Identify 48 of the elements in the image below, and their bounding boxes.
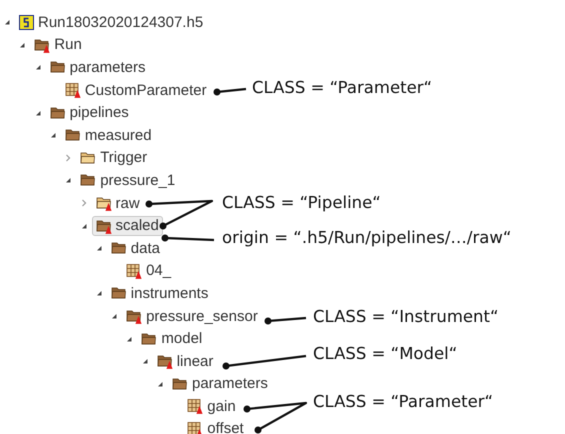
annotation-label: CLASS = “Parameter“: [313, 394, 494, 410]
tree-item[interactable]: Run18032020124307.h5: [15, 12, 208, 32]
folder-attribute-icon: [156, 353, 173, 370]
folder-attribute-icon: [96, 218, 112, 234]
tree-item[interactable]: linear: [152, 351, 218, 372]
dataset-attribute-icon: [64, 82, 81, 98]
dataset-attribute-icon: [126, 262, 142, 279]
folder-icon: [172, 376, 188, 392]
file-icon: [19, 14, 34, 30]
leader-line: [162, 234, 214, 242]
tree-item[interactable]: pipelines: [46, 102, 133, 123]
annotation-label: CLASS = “Pipeline“: [222, 195, 381, 212]
folder-icon: [80, 172, 96, 188]
tree-item[interactable]: scaled: [92, 216, 163, 236]
tree-item[interactable]: model: [137, 328, 206, 349]
tree-item[interactable]: parameters: [46, 57, 150, 78]
tree-item[interactable]: parameters: [168, 374, 272, 394]
folder-icon: [50, 59, 66, 76]
tree-item[interactable]: offset: [183, 418, 248, 434]
leader-line: [214, 88, 246, 96]
tree-item[interactable]: instruments: [106, 283, 212, 304]
folder-attribute-icon: [34, 36, 50, 53]
annotation-label: CLASS = “Model“: [313, 346, 458, 362]
annotation-label: CLASS = “Instrument“: [313, 309, 499, 326]
folder-attribute-icon: [96, 195, 112, 212]
tree-item[interactable]: raw: [92, 193, 144, 214]
annotation-label: origin = “.h5/Run/pipelines/…/raw“: [222, 230, 512, 246]
folder-icon: [141, 330, 158, 347]
folder-icon: [50, 104, 66, 121]
tree-item[interactable]: gain: [183, 396, 240, 416]
dataset-attribute-icon: [187, 420, 204, 434]
tree-item[interactable]: CustomParameter: [60, 80, 211, 100]
tree-item[interactable]: pressure_sensor: [122, 306, 262, 326]
annotation-label: CLASS = “Parameter“: [252, 80, 432, 96]
folder-icon: [80, 150, 96, 166]
tree-item[interactable]: pressure_1: [76, 170, 180, 190]
tree-item[interactable]: Run: [30, 34, 86, 55]
folder-icon: [110, 240, 127, 256]
folder-icon: [64, 127, 81, 144]
tree-item[interactable]: 04_: [122, 260, 176, 281]
folder-attribute-icon: [126, 308, 142, 324]
folder-icon: [110, 285, 127, 302]
dataset-attribute-icon: [187, 398, 204, 414]
tree-item[interactable]: data: [106, 238, 164, 258]
tree-item[interactable]: measured: [60, 125, 156, 146]
leader-line: [244, 402, 308, 434]
leader-line: [264, 316, 306, 324]
tree-item[interactable]: Trigger: [76, 148, 152, 168]
